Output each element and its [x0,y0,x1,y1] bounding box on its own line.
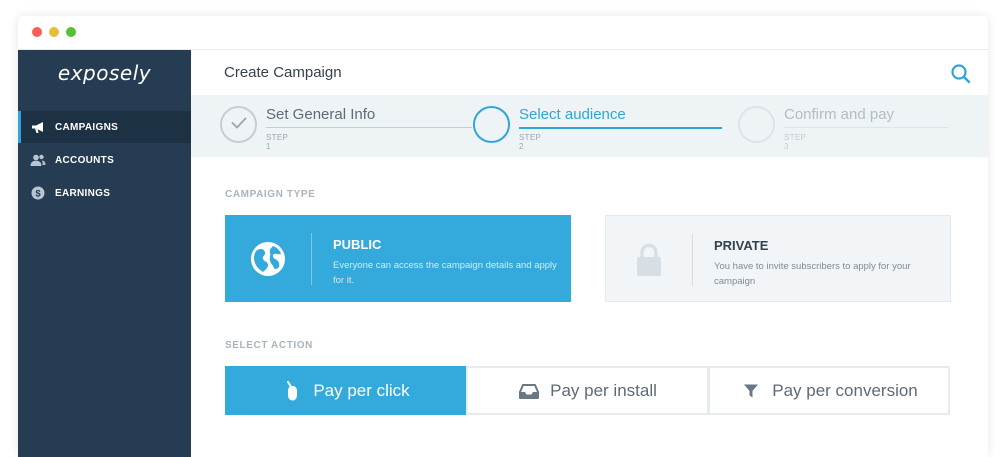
campaign-type-label: CAMPAIGN TYPE [225,189,316,200]
card-divider [692,234,693,286]
dollar-coin-icon: $ [30,185,46,201]
mouse-icon [281,380,303,402]
step-title: Confirm and pay [784,106,895,123]
card-description: Everyone can access the campaign details… [333,260,557,286]
window-maximize-button[interactable] [66,27,76,37]
card-divider [311,233,312,285]
window-minimize-button[interactable] [49,27,59,37]
sidebar-item-accounts[interactable]: ACCOUNTS [18,144,191,176]
step-underline [519,127,722,129]
campaign-type-private-card[interactable]: PRIVATE You have to invite subscribers t… [605,215,951,302]
window-close-button[interactable] [32,27,42,37]
sidebar-item-label: EARNINGS [55,187,111,199]
pay-per-install-button[interactable]: Pay per install [466,366,709,415]
progress-stepper: Set General Info STEP 1 Select audience … [191,95,988,157]
step-number: STEP 3 [784,133,806,151]
step-title: Select audience [519,106,626,123]
window-titlebar [18,16,988,50]
step-circle [220,106,257,143]
step-title: Set General Info [266,106,376,123]
campaign-type-public-card[interactable]: PUBLIC Everyone can access the campaign … [225,215,571,302]
megaphone-icon [30,119,46,135]
funnel-icon [740,380,762,402]
button-label: Pay per click [313,380,410,400]
app-window: exposely CAMPAIGNS ACCOUNTS $ EARNINGS C… [18,16,988,457]
page-title: Create Campaign [224,64,342,81]
step-number: STEP 2 [519,133,541,151]
page-header: Create Campaign [191,50,988,95]
select-action-label: SELECT ACTION [225,340,313,351]
button-label: Pay per conversion [772,380,918,400]
sidebar-item-label: CAMPAIGNS [55,121,119,133]
card-title: PUBLIC [333,237,382,252]
main-content: Create Campaign Set General Info STEP 1 … [191,50,988,457]
step-circle [738,106,775,143]
lock-icon [630,241,668,279]
sidebar-item-campaigns[interactable]: CAMPAIGNS [18,111,191,143]
step-underline [266,127,472,128]
step-underline [784,127,948,128]
pay-per-conversion-button[interactable]: Pay per conversion [708,366,950,415]
sidebar-item-earnings[interactable]: $ EARNINGS [18,177,191,209]
step-circle [473,106,510,143]
step-number: STEP 1 [266,133,288,151]
sidebar-item-label: ACCOUNTS [55,154,115,166]
globe-icon [249,240,287,278]
sidebar: exposely CAMPAIGNS ACCOUNTS $ EARNINGS [18,50,191,457]
users-icon [30,152,46,168]
inbox-tray-icon [518,380,540,402]
card-description: You have to invite subscribers to apply … [714,261,911,287]
svg-text:$: $ [35,188,41,199]
checkmark-icon [231,116,247,134]
pay-per-click-button[interactable]: Pay per click [225,366,466,415]
card-title: PRIVATE [714,238,769,253]
search-icon[interactable] [950,63,972,85]
button-label: Pay per install [550,380,657,400]
app-logo: exposely [57,61,152,85]
